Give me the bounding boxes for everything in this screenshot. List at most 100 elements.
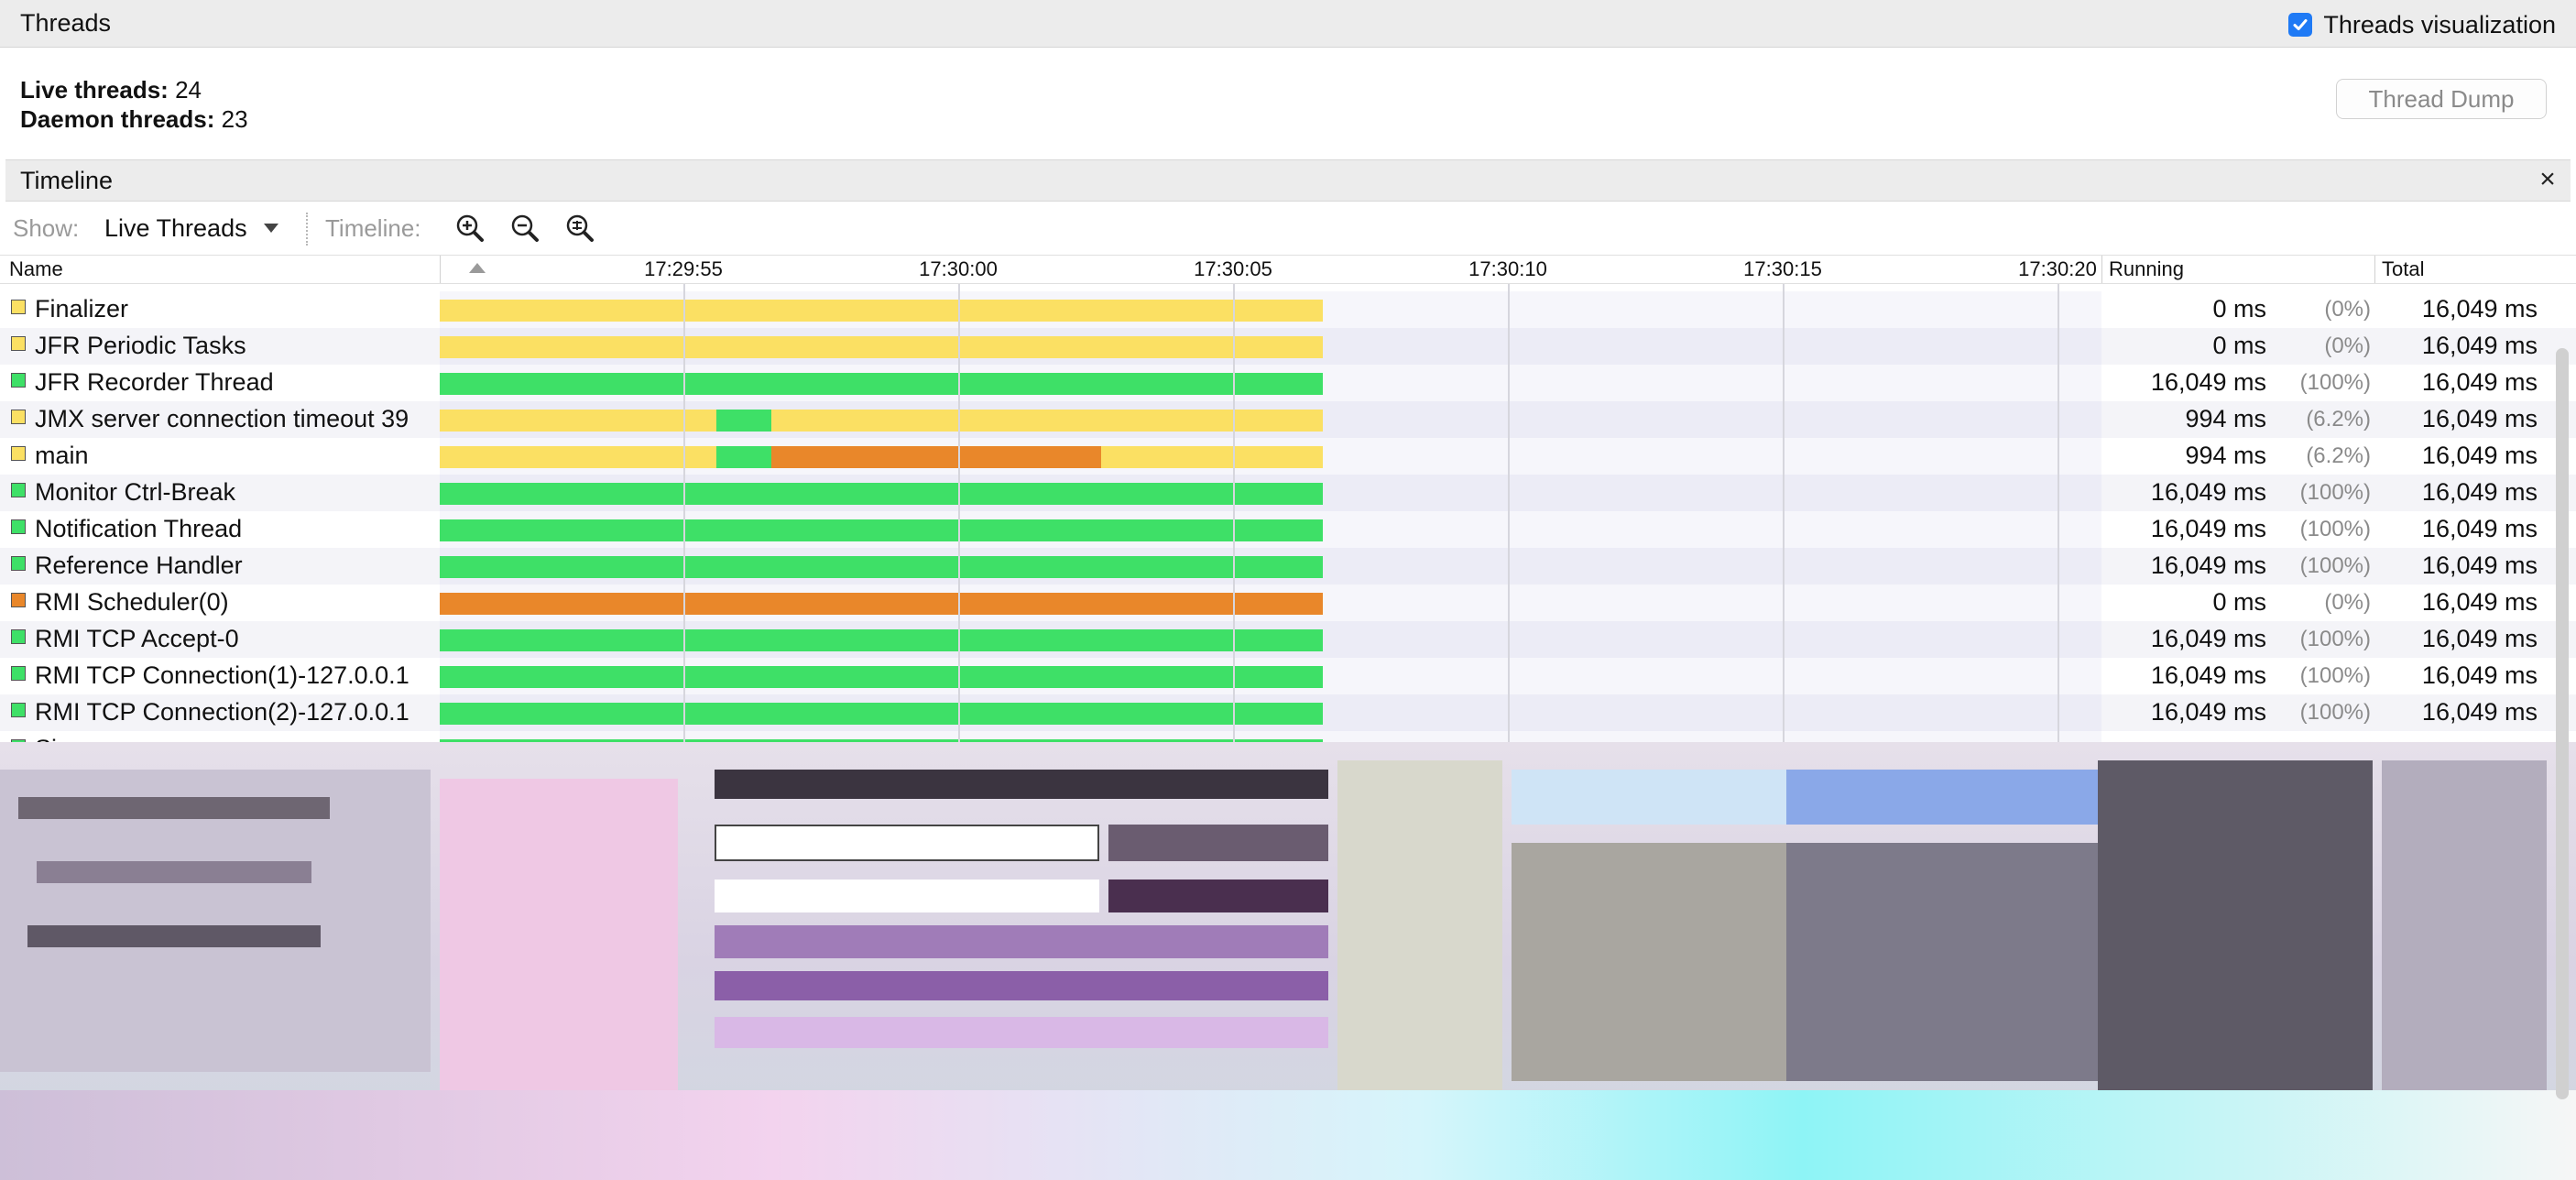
glitch-block xyxy=(2098,760,2373,1090)
show-filter-select[interactable]: Live Threads xyxy=(93,209,288,247)
glitch-block xyxy=(715,825,1099,861)
running-time: 16,049 ms xyxy=(2150,552,2266,579)
thread-state-segment xyxy=(440,666,1323,688)
total-time: 16,049 ms xyxy=(2421,368,2538,396)
glitch-block xyxy=(37,861,311,883)
thread-state-segment xyxy=(440,519,1323,541)
table-row[interactable]: Reference Handler 16,049 ms (100%) 16,04… xyxy=(0,548,2576,585)
timeline-gridline xyxy=(1233,284,1235,760)
checkbox-checked-icon[interactable] xyxy=(2288,13,2313,37)
total-time: 16,049 ms xyxy=(2421,478,2538,506)
table-row[interactable]: Notification Thread 16,049 ms (100%) 16,… xyxy=(0,511,2576,548)
thread-state-segment xyxy=(440,593,1323,615)
running-percent: (0%) xyxy=(2324,590,2371,615)
thread-state-segment xyxy=(771,446,1101,468)
thread-state-segment xyxy=(440,373,1323,395)
running-time: 16,049 ms xyxy=(2150,515,2266,542)
glitch-block xyxy=(715,1017,1328,1048)
glitch-block xyxy=(18,797,330,819)
running-time: 994 ms xyxy=(2185,442,2266,469)
column-divider[interactable] xyxy=(440,256,441,283)
thread-state-swatch xyxy=(11,373,26,388)
chevron-down-icon xyxy=(263,224,278,233)
threads-visualization-label: Threads visualization xyxy=(2323,10,2556,38)
column-divider[interactable] xyxy=(2101,256,2102,283)
live-threads-stat: Live threads: 24 xyxy=(20,75,248,104)
thread-state-segment xyxy=(440,556,1323,578)
sort-ascending-icon xyxy=(469,263,486,273)
zoom-in-icon xyxy=(456,214,484,242)
total-time: 16,049 ms xyxy=(2421,442,2538,469)
threads-panel-header: Threads Threads visualization xyxy=(0,0,2576,48)
running-time: 16,049 ms xyxy=(2150,368,2266,396)
thread-name: JMX server connection timeout 39 xyxy=(35,405,409,432)
daemon-threads-stat: Daemon threads: 23 xyxy=(20,104,248,134)
running-percent: (100%) xyxy=(2299,370,2371,395)
live-threads-value: 24 xyxy=(175,76,202,104)
running-percent: (100%) xyxy=(2299,480,2371,505)
glitch-block xyxy=(27,925,321,947)
thread-state-swatch xyxy=(11,483,26,497)
column-header-total[interactable]: Total xyxy=(2382,256,2424,283)
running-time: 0 ms xyxy=(2212,332,2266,359)
table-row[interactable]: RMI TCP Connection(2)-127.0.0.1 16,049 m… xyxy=(0,694,2576,731)
glitch-block xyxy=(2382,760,2547,1090)
column-header-name[interactable]: Name xyxy=(9,256,63,283)
column-header-running[interactable]: Running xyxy=(2109,256,2184,283)
thread-table-header: Name 17:29:55 17:30:00 17:30:05 17:30:10… xyxy=(0,255,2576,284)
column-divider[interactable] xyxy=(2374,256,2375,283)
table-row[interactable]: RMI Scheduler(0) 0 ms (0%) 16,049 ms xyxy=(0,585,2576,621)
show-filter-value: Live Threads xyxy=(104,213,247,242)
total-time: 16,049 ms xyxy=(2421,295,2538,322)
running-percent: (0%) xyxy=(2324,297,2371,322)
thread-name: RMI TCP Connection(2)-127.0.0.1 xyxy=(35,698,409,726)
thread-state-segment xyxy=(716,410,771,432)
glitch-block xyxy=(715,925,1328,958)
daemon-threads-value: 23 xyxy=(221,105,248,133)
glitch-block xyxy=(1512,843,1786,1081)
thread-table-body[interactable]: Finalizer 0 ms (0%) 16,049 ms JFR Period… xyxy=(0,291,2576,762)
thread-name: Reference Handler xyxy=(35,552,243,579)
thread-state-segment xyxy=(440,483,1323,505)
thread-stats: Live threads: 24 Daemon threads: 23 xyxy=(20,75,248,134)
threads-visualization-toggle[interactable]: Threads visualization xyxy=(2288,9,2556,40)
thread-state-segment xyxy=(440,446,716,468)
daemon-threads-label: Daemon threads: xyxy=(20,105,215,133)
thread-state-swatch xyxy=(11,336,26,351)
thread-name: RMI TCP Connection(1)-127.0.0.1 xyxy=(35,661,409,689)
table-row[interactable]: Finalizer 0 ms (0%) 16,049 ms xyxy=(0,291,2576,328)
running-percent: (100%) xyxy=(2299,700,2371,725)
thread-state-swatch xyxy=(11,629,26,644)
thread-dump-button[interactable]: Thread Dump xyxy=(2336,79,2547,119)
close-icon[interactable]: × xyxy=(2532,163,2563,196)
total-time: 16,049 ms xyxy=(2421,698,2538,726)
time-tick-label: 17:30:20 xyxy=(2018,257,2097,280)
table-row[interactable]: main 994 ms (6.2%) 16,049 ms xyxy=(0,438,2576,475)
table-row[interactable]: RMI TCP Connection(1)-127.0.0.1 16,049 m… xyxy=(0,658,2576,694)
table-row[interactable]: Monitor Ctrl-Break 16,049 ms (100%) 16,0… xyxy=(0,475,2576,511)
thread-name: main xyxy=(35,442,89,469)
total-time: 16,049 ms xyxy=(2421,625,2538,652)
table-row[interactable]: JMX server connection timeout 39 994 ms … xyxy=(0,401,2576,438)
running-time: 0 ms xyxy=(2212,588,2266,616)
show-label: Show: xyxy=(13,214,80,242)
thread-state-segment xyxy=(440,336,1323,358)
thread-name: JFR Recorder Thread xyxy=(35,368,274,396)
zoom-out-button[interactable] xyxy=(505,209,545,247)
time-tick-label: 17:30:00 xyxy=(919,257,998,280)
thread-state-swatch xyxy=(11,703,26,717)
glitch-block xyxy=(1512,770,1786,825)
table-row[interactable]: RMI TCP Accept-0 16,049 ms (100%) 16,049… xyxy=(0,621,2576,658)
glitch-block xyxy=(0,1090,2576,1180)
thread-state-swatch xyxy=(11,666,26,681)
table-row[interactable]: JFR Recorder Thread 16,049 ms (100%) 16,… xyxy=(0,365,2576,401)
running-time: 16,049 ms xyxy=(2150,698,2266,726)
time-tick-label: 17:30:10 xyxy=(1468,257,1547,280)
vertical-scrollbar[interactable] xyxy=(2556,348,2569,1099)
thread-state-swatch xyxy=(11,593,26,607)
total-time: 16,049 ms xyxy=(2421,405,2538,432)
table-row[interactable]: JFR Periodic Tasks 0 ms (0%) 16,049 ms xyxy=(0,328,2576,365)
zoom-in-button[interactable] xyxy=(450,209,490,247)
glitch-block xyxy=(715,971,1328,1000)
zoom-fit-button[interactable] xyxy=(560,209,600,247)
